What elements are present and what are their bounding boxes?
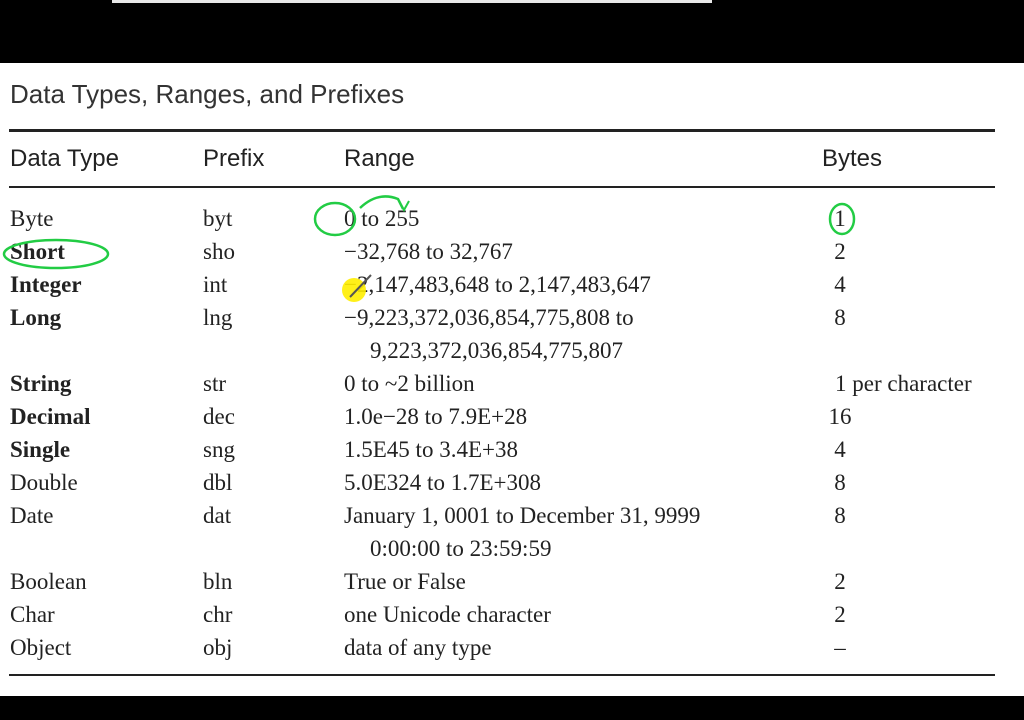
cell-range: −9,223,372,036,854,775,808 to [344,305,634,330]
cell-bytes: 2 [834,602,846,627]
cell-range-continued: 9,223,372,036,854,775,807 [370,338,623,363]
cell-range: 0 to 255 [344,206,420,231]
cell-prefix: bln [203,569,233,594]
cell-bytes: 2 [834,239,846,264]
cell-prefix: dat [203,503,232,528]
cell-range: 1.5E45 to 3.4E+38 [344,437,518,462]
cell-data-type: String [10,371,72,396]
cell-data-type: Boolean [10,569,87,594]
cell-data-type: Object [10,635,72,660]
cell-prefix: lng [203,305,233,330]
header-range: Range [344,145,415,172]
cell-bytes: – [834,635,846,660]
cell-data-type: Char [10,602,55,627]
cell-prefix: dec [203,404,235,429]
cell-data-type: Short [10,239,65,264]
cell-data-type: Decimal [10,404,91,429]
cell-range: January 1, 0001 to December 31, 9999 [344,503,701,528]
cell-range: data of any type [344,635,492,660]
cell-range: True or False [344,569,466,594]
cell-data-type: Single [10,437,71,462]
cell-prefix: str [203,371,226,396]
slide: Data Types, Ranges, and Prefixes Data Ty… [0,63,1024,696]
cell-prefix: sng [203,437,235,462]
cell-bytes: 2 [834,569,846,594]
slide-title: Data Types, Ranges, and Prefixes [10,79,405,109]
cell-bytes: 16 [828,404,852,429]
cell-bytes: 4 [834,272,846,297]
video-top-bar [112,0,712,3]
cell-data-type: Integer [10,272,82,297]
header-data-type: Data Type [10,145,119,172]
header-rule [9,186,995,188]
cell-prefix: int [203,272,228,297]
cell-prefix: dbl [203,470,233,495]
cell-bytes: 4 [834,437,846,462]
cell-range: 5.0E324 to 1.7E+308 [344,470,541,495]
cell-range: −2,147,483,648 to 2,147,483,647 [344,272,651,297]
cell-data-type: Byte [10,206,54,231]
cell-prefix: byt [203,206,233,231]
cell-range: −32,768 to 32,767 [344,239,513,264]
cell-range: 0 to ~2 billion [344,371,475,396]
cell-data-type: Date [10,503,54,528]
cell-bytes: 8 [834,470,846,495]
cell-range: 1.0e−28 to 7.9E+28 [344,404,528,429]
video-bottom-bar [0,696,1024,720]
header-prefix: Prefix [203,145,265,172]
table-bottom-rule [9,674,995,676]
cell-bytes: 1 [834,206,846,231]
cell-bytes: 1 per character [835,371,972,396]
cell-data-type: Long [10,305,62,330]
cell-range-continued: 0:00:00 to 23:59:59 [370,536,552,561]
cell-data-type: Double [10,470,78,495]
header-bytes: Bytes [822,145,883,172]
cell-range: one Unicode character [344,602,551,627]
cell-prefix: sho [203,239,235,264]
cell-bytes: 8 [834,305,846,330]
cell-prefix: obj [203,635,233,660]
table-top-rule [9,129,995,132]
cell-bytes: 8 [834,503,846,528]
cell-prefix: chr [203,602,233,627]
